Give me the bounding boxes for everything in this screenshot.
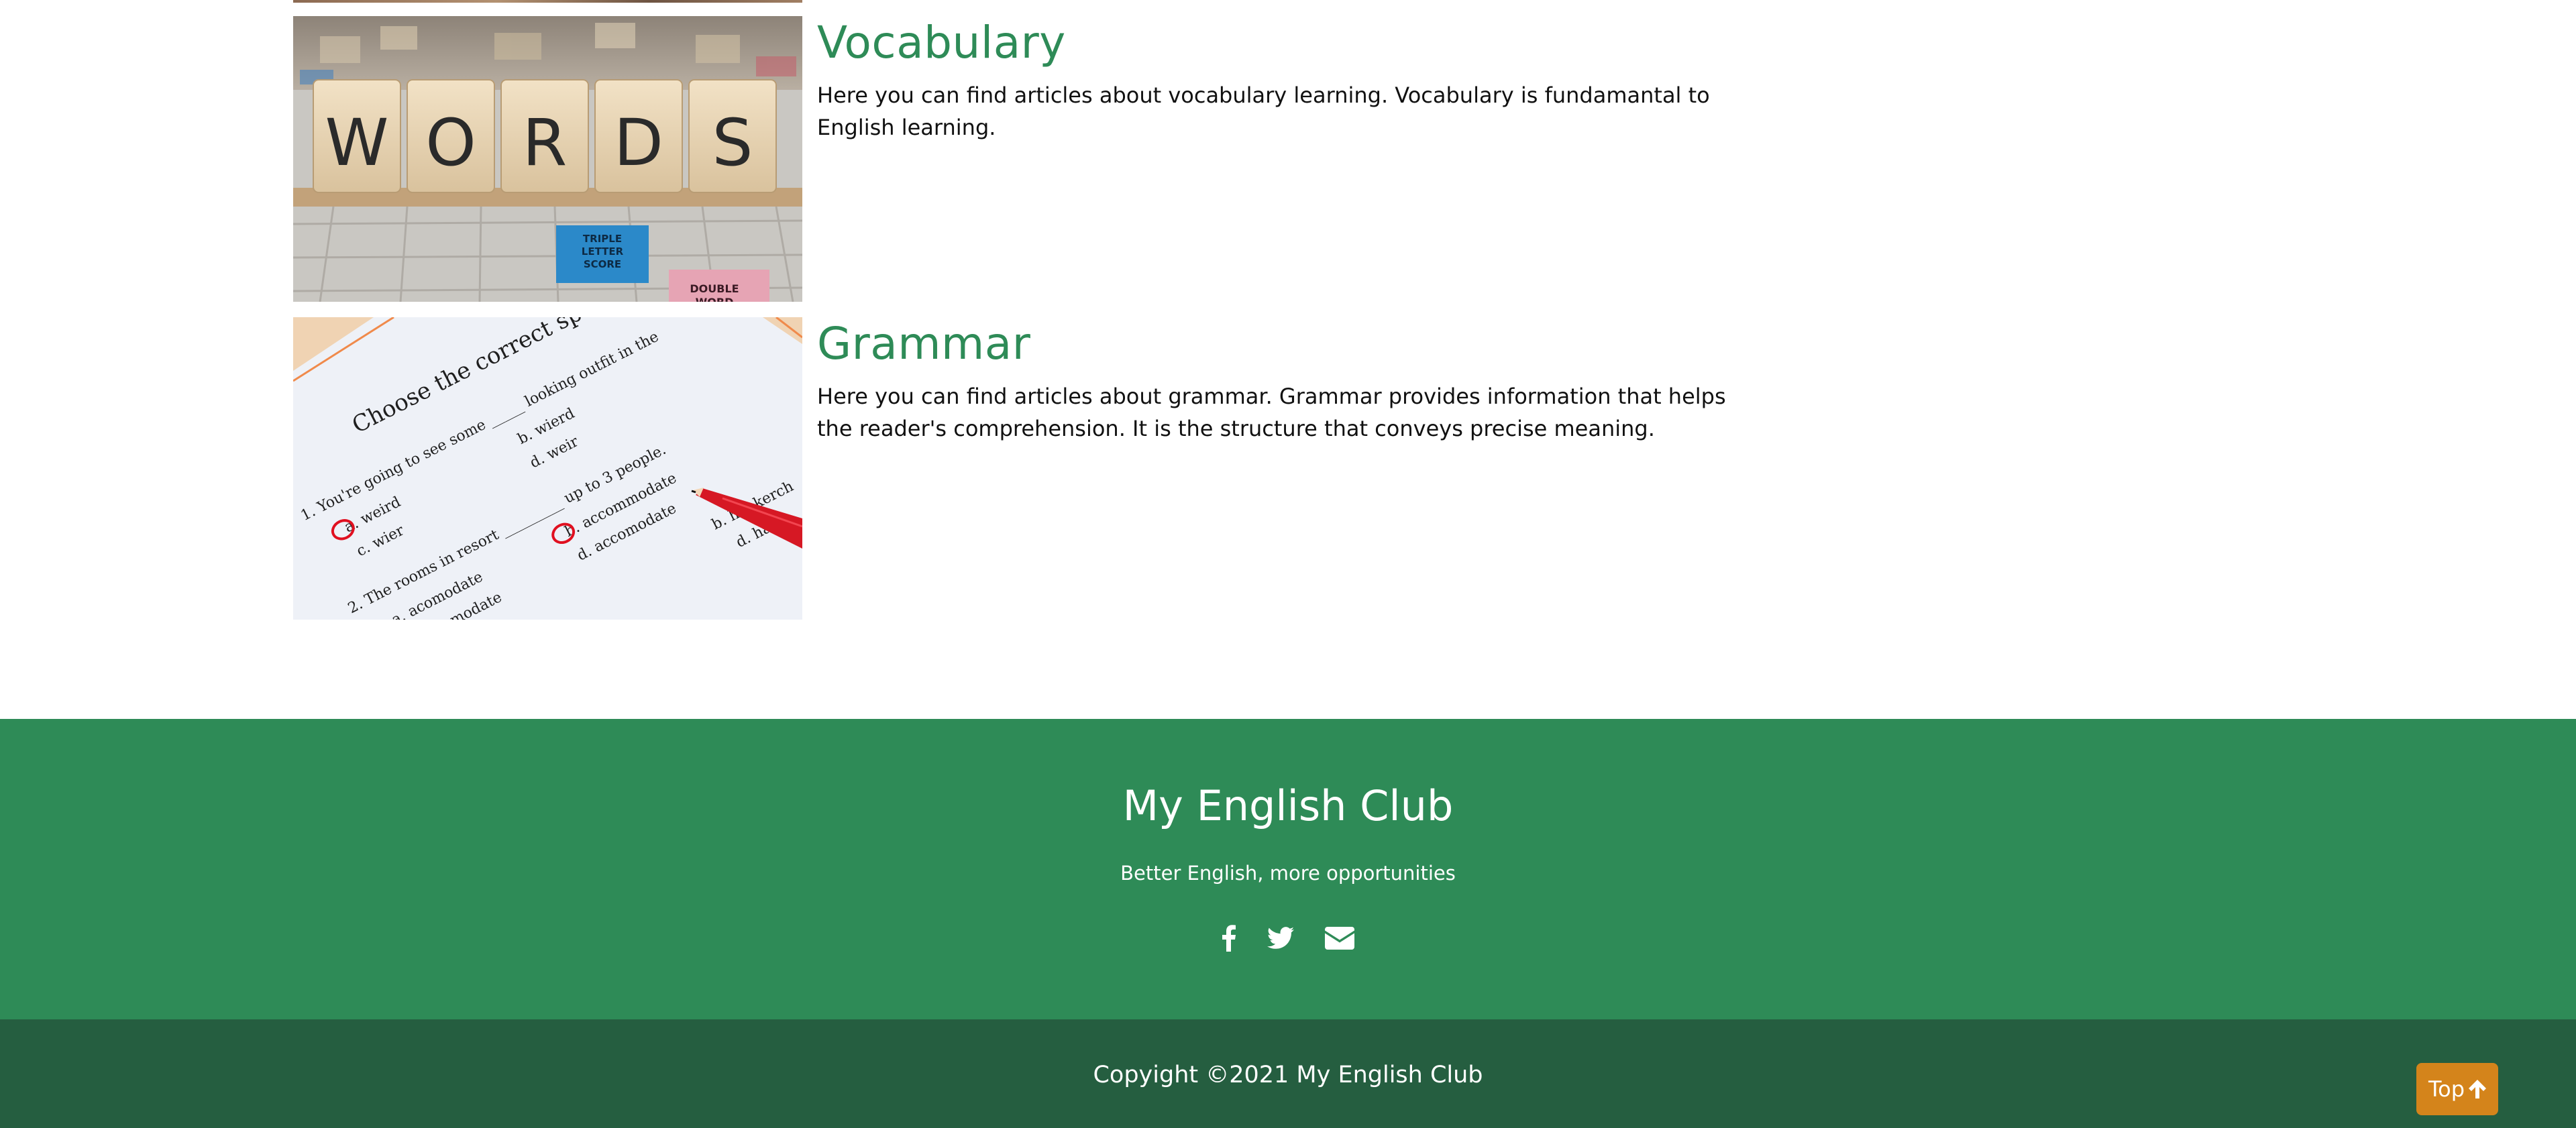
twitter-icon[interactable] bbox=[1267, 927, 1294, 950]
vocabulary-image[interactable]: TRIPLE LETTER SCORE DOUBLE WORD W O R D … bbox=[293, 16, 802, 302]
svg-text:S: S bbox=[712, 105, 753, 180]
footer-club-name: My English Club bbox=[1122, 781, 1454, 830]
facebook-icon[interactable] bbox=[1222, 925, 1236, 952]
top-button-label: Top bbox=[2428, 1076, 2465, 1102]
scrabble-words-photo: TRIPLE LETTER SCORE DOUBLE WORD W O R D … bbox=[293, 16, 802, 302]
footer-main: My English Club Better English, more opp… bbox=[0, 719, 2576, 1019]
article-description: Here you can find articles about grammar… bbox=[817, 384, 1726, 441]
svg-text:O: O bbox=[425, 105, 476, 180]
article-body: Vocabulary Here you can find articles ab… bbox=[817, 16, 1736, 144]
copyright-text: Copyight ©2021 My English Club bbox=[1093, 1062, 1483, 1088]
article-title-vocabulary[interactable]: Vocabulary bbox=[817, 16, 1736, 70]
svg-text:D: D bbox=[614, 105, 663, 180]
article-title-grammar[interactable]: Grammar bbox=[817, 317, 1736, 371]
svg-text:SCORE: SCORE bbox=[584, 258, 621, 270]
svg-text:LETTER: LETTER bbox=[582, 245, 624, 258]
envelope-icon[interactable] bbox=[1325, 927, 1354, 950]
grammar-image[interactable]: Choose the correct spelling 1. You're go… bbox=[293, 317, 802, 620]
previous-article-image-edge bbox=[293, 0, 802, 3]
article-body: Grammar Here you can find articles about… bbox=[817, 317, 1736, 445]
svg-text:TRIPLE: TRIPLE bbox=[583, 233, 622, 245]
back-to-top-button[interactable]: Top bbox=[2416, 1063, 2498, 1115]
svg-text:R: R bbox=[523, 105, 568, 180]
svg-text:WORD: WORD bbox=[696, 296, 734, 302]
social-links bbox=[0, 921, 2576, 955]
footer-bottom: Copyight ©2021 My English Club bbox=[0, 1019, 2576, 1128]
grammar-worksheet-photo: Choose the correct spelling 1. You're go… bbox=[293, 317, 802, 620]
arrow-up-icon bbox=[2469, 1080, 2486, 1098]
footer-tagline: Better English, more opportunities bbox=[1120, 862, 1456, 885]
svg-text:DOUBLE: DOUBLE bbox=[690, 282, 739, 295]
article-description: Here you can find articles about vocabul… bbox=[817, 82, 1710, 140]
site-footer: My English Club Better English, more opp… bbox=[0, 719, 2576, 1128]
svg-text:W: W bbox=[325, 105, 389, 180]
